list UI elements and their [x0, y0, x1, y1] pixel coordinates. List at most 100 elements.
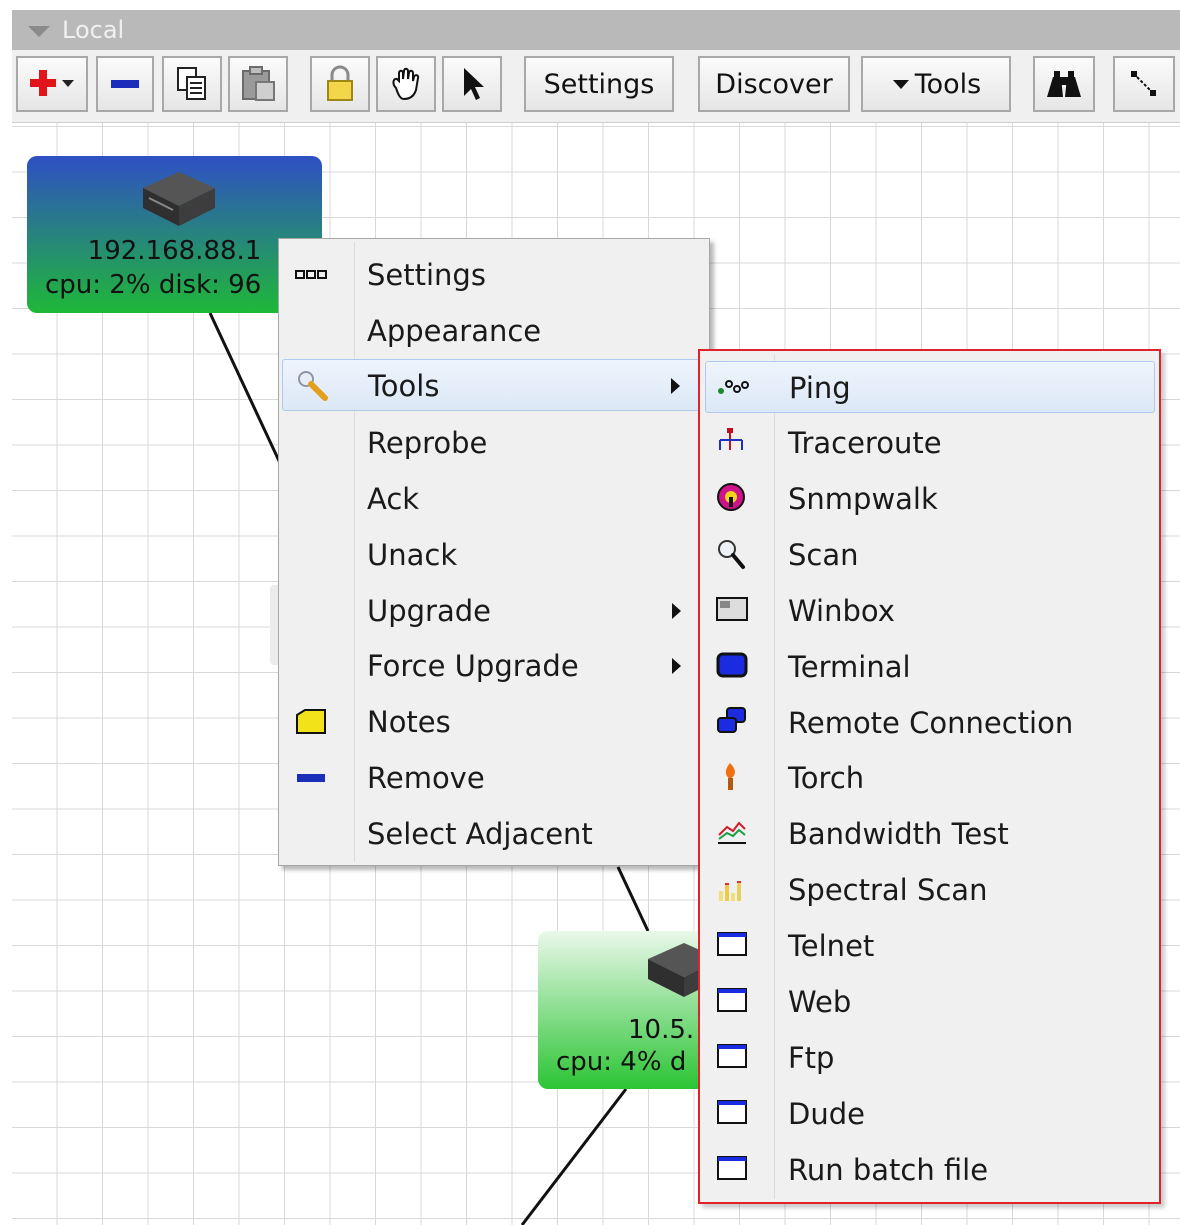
submenu-item-label: Traceroute — [788, 426, 942, 460]
submenu-item-traceroute[interactable]: Traceroute — [705, 417, 1155, 469]
window-title: Local — [62, 16, 125, 44]
dropdown-caret-icon — [892, 80, 909, 89]
tools-submenu: Ping Traceroute Snmpwalk Scan Winbox Ter… — [698, 349, 1161, 1204]
add-button[interactable] — [16, 56, 88, 112]
submenu-item-telnet[interactable]: Telnet — [705, 920, 1155, 972]
submenu-item-remote-connection[interactable]: Remote Connection — [705, 697, 1155, 749]
paste-button[interactable] — [228, 56, 288, 112]
winbox-icon — [716, 597, 748, 621]
menu-item-remove[interactable]: Remove — [282, 752, 706, 804]
submenu-item-terminal[interactable]: Terminal — [705, 641, 1155, 693]
submenu-item-label: Torch — [788, 761, 865, 795]
node-stats: cpu: 4% d — [556, 1047, 687, 1077]
copy-button[interactable] — [162, 56, 222, 112]
menu-item-label: Notes — [367, 705, 451, 739]
tools-dropdown-label: Tools — [914, 68, 982, 100]
menu-item-label: Reprobe — [367, 426, 488, 460]
menu-item-label: Remove — [367, 761, 485, 795]
dots-icon — [295, 270, 327, 279]
menu-item-settings[interactable]: Settings — [282, 249, 706, 301]
padlock-icon — [327, 65, 353, 101]
hand-pan-button[interactable] — [376, 56, 436, 112]
menu-item-label: Settings — [367, 258, 486, 292]
submenu-item-ping[interactable]: Ping — [705, 361, 1155, 413]
discover-button[interactable]: Discover — [698, 56, 850, 112]
traceroute-icon — [719, 428, 743, 450]
menu-item-appearance[interactable]: Appearance — [282, 305, 706, 357]
remote-connection-icon — [717, 707, 746, 733]
find-button[interactable] — [1033, 56, 1095, 112]
menu-item-label: Ack — [367, 482, 420, 516]
submenu-item-torch[interactable]: Torch — [705, 752, 1155, 804]
menu-item-label: Appearance — [367, 314, 542, 348]
ping-icon — [718, 380, 749, 394]
submenu-item-bandwidth-test[interactable]: Bandwidth Test — [705, 808, 1155, 860]
binoculars-icon — [1047, 71, 1081, 97]
copy-icon — [177, 67, 206, 100]
menu-item-force-upgrade[interactable]: Force Upgrade — [282, 640, 706, 692]
submenu-item-snmpwalk[interactable]: Snmpwalk — [705, 473, 1155, 525]
window-icon — [717, 932, 747, 956]
submenu-item-label: Snmpwalk — [788, 482, 938, 516]
submenu-item-label: Ftp — [788, 1041, 835, 1075]
minus-icon — [111, 80, 139, 88]
submenu-item-label: Scan — [788, 538, 859, 572]
spectral-scan-icon — [719, 881, 741, 901]
collapse-triangle-icon[interactable] — [28, 26, 50, 37]
menu-item-label: Upgrade — [367, 594, 491, 628]
submenu-item-run-batch-file[interactable]: Run batch file — [705, 1144, 1155, 1196]
settings-button[interactable]: Settings — [524, 56, 674, 112]
submenu-item-label: Bandwidth Test — [788, 817, 1009, 851]
torch-icon — [725, 763, 735, 790]
submenu-arrow-icon — [672, 658, 681, 674]
link-mode-icon — [1131, 71, 1156, 96]
submenu-item-winbox[interactable]: Winbox — [705, 585, 1155, 637]
menu-item-label: Force Upgrade — [367, 649, 579, 683]
submenu-item-dude[interactable]: Dude — [705, 1088, 1155, 1140]
submenu-item-scan[interactable]: Scan — [705, 529, 1155, 581]
window-title-bar[interactable]: Local — [12, 10, 1180, 51]
menu-item-notes[interactable]: Notes — [282, 696, 706, 748]
submenu-item-label: Web — [788, 985, 852, 1019]
arrow-pointer-icon — [464, 68, 484, 100]
menu-item-select-adjacent[interactable]: Select Adjacent — [282, 808, 706, 860]
menu-item-ack[interactable]: Ack — [282, 473, 706, 525]
submenu-item-ftp[interactable]: Ftp — [705, 1032, 1155, 1084]
submenu-item-label: Remote Connection — [788, 706, 1074, 740]
submenu-arrow-icon — [671, 378, 680, 394]
link-mode-button[interactable] — [1113, 56, 1175, 112]
menu-item-label: Unack — [367, 538, 458, 572]
submenu-item-spectral-scan[interactable]: Spectral Scan — [705, 864, 1155, 916]
bandwidth-test-icon — [718, 821, 746, 844]
window-icon — [717, 1156, 747, 1180]
note-icon — [296, 709, 326, 734]
terminal-icon — [716, 652, 748, 678]
tools-dropdown-button[interactable]: Tools — [861, 56, 1011, 112]
window-icon — [717, 1044, 747, 1068]
menu-item-upgrade[interactable]: Upgrade — [282, 585, 706, 637]
submenu-arrow-icon — [672, 603, 681, 619]
pointer-button[interactable] — [442, 56, 502, 112]
submenu-item-web[interactable]: Web — [705, 976, 1155, 1028]
node-address: 10.5. — [628, 1015, 695, 1045]
snmpwalk-icon — [717, 483, 745, 511]
toolbar: Settings Discover Tools — [12, 50, 1180, 123]
node-context-menu: Settings Appearance Tools Reprobe Ack Un… — [278, 238, 710, 866]
plus-with-dropdown-icon — [30, 70, 74, 96]
menu-item-tools[interactable]: Tools — [282, 359, 706, 411]
lock-button[interactable] — [310, 56, 370, 112]
magnifier-icon — [718, 540, 745, 569]
submenu-item-label: Winbox — [788, 594, 895, 628]
minus-icon — [297, 774, 325, 782]
submenu-item-label: Run batch file — [788, 1153, 989, 1187]
window-icon — [717, 1100, 747, 1124]
window-icon — [717, 988, 747, 1012]
menu-item-reprobe[interactable]: Reprobe — [282, 417, 706, 469]
menu-item-unack[interactable]: Unack — [282, 529, 706, 581]
paste-icon — [242, 66, 275, 101]
submenu-item-label: Dude — [788, 1097, 865, 1131]
remove-button[interactable] — [96, 56, 154, 112]
submenu-item-label: Ping — [789, 371, 851, 405]
menu-item-label: Select Adjacent — [367, 817, 593, 851]
hand-pan-icon — [392, 67, 420, 101]
